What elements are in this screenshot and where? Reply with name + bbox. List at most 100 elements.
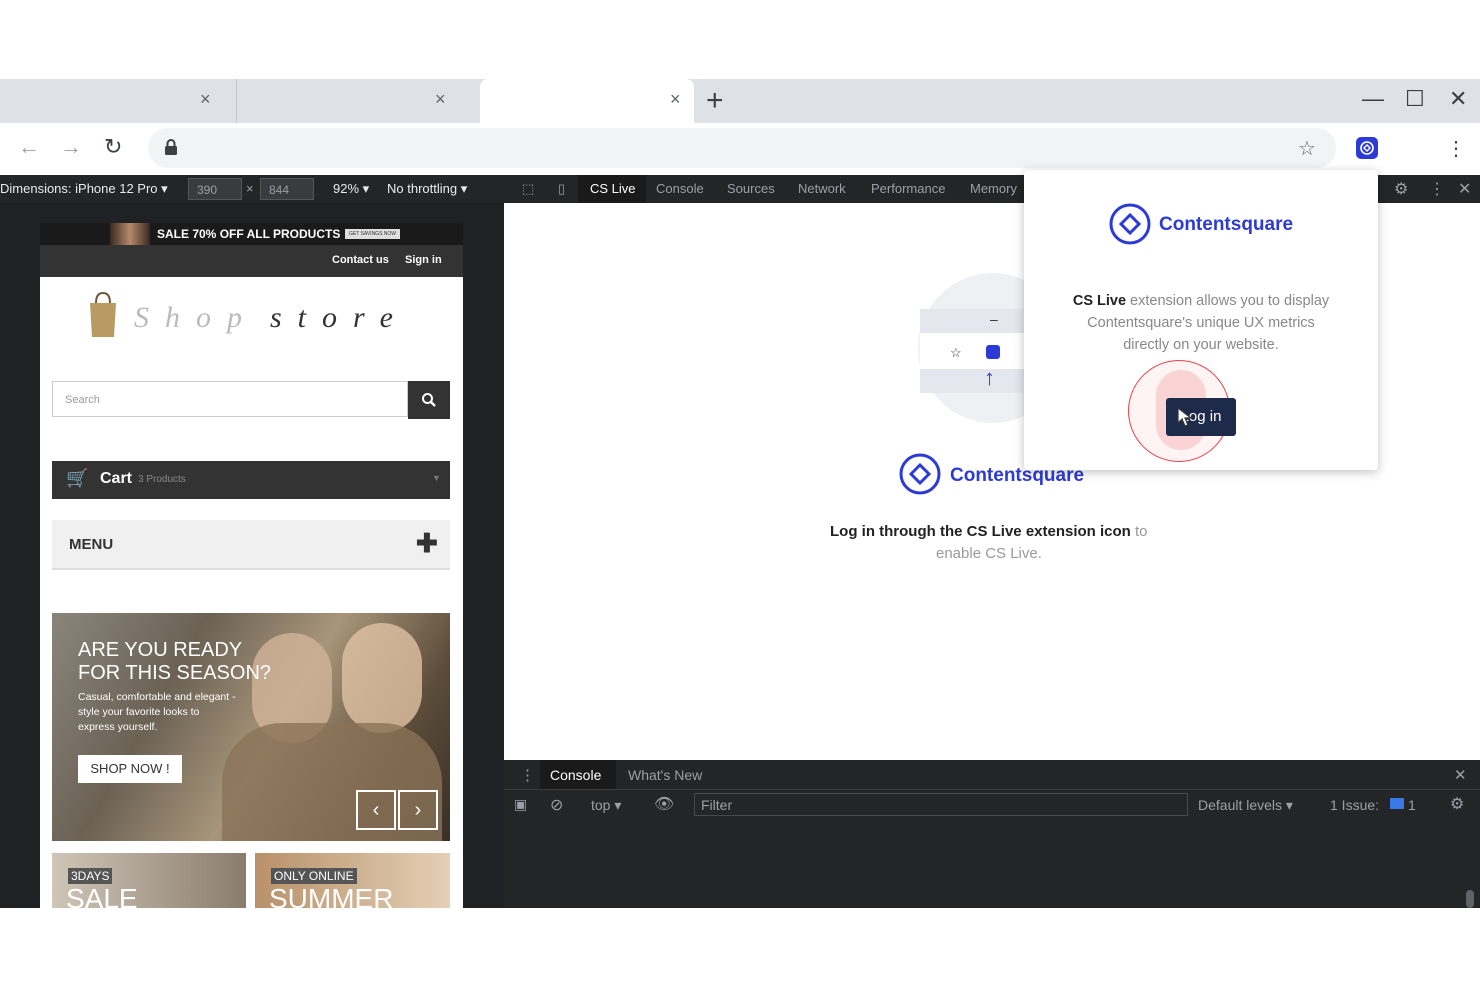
shop-now-button[interactable]: SHOP NOW !: [78, 755, 182, 783]
devtools-close-icon[interactable]: ✕: [1458, 179, 1471, 199]
new-tab-button[interactable]: +: [706, 86, 724, 116]
carousel-prev-icon[interactable]: ‹: [356, 790, 396, 830]
promo-text: SALE 70% OFF ALL PRODUCTS: [157, 227, 341, 241]
console-filter-input[interactable]: Filter: [694, 793, 1188, 816]
shop-logo[interactable]: Shop store: [88, 289, 428, 345]
cs-live-extension-icon[interactable]: [1356, 137, 1378, 159]
cursor-pointer-icon: [1177, 406, 1193, 427]
panel-instruction: Log in through the CS Live extension ico…: [830, 523, 1148, 540]
menu-bar[interactable]: MENU ✚: [52, 520, 450, 570]
hero-headline: FOR THIS SEASON?: [78, 662, 272, 684]
summer-tile[interactable]: ONLY ONLINE SUMMER: [255, 853, 450, 908]
bookmark-star-icon[interactable]: ☆: [1298, 136, 1316, 161]
tab-close-icon[interactable]: ×: [435, 89, 446, 110]
throttling-selector[interactable]: No throttling ▾: [387, 181, 467, 197]
instruction-bold: Log in through the CS Live extension ico…: [830, 523, 1131, 540]
log-levels-selector[interactable]: Default levels ▾: [1198, 797, 1293, 814]
sign-in-link[interactable]: Sign in: [405, 254, 442, 266]
tile-title: SUMMER: [269, 883, 394, 908]
address-bar[interactable]: [148, 128, 1336, 168]
menu-label: MENU: [69, 536, 114, 553]
tab-close-icon[interactable]: ×: [200, 89, 211, 110]
hero-headline: ARE YOU READY: [78, 639, 243, 661]
tile-tag: ONLY ONLINE: [271, 868, 357, 884]
lock-icon[interactable]: [164, 138, 178, 156]
hero-banner[interactable]: ARE YOU READY FOR THIS SEASON? Casual, c…: [52, 613, 450, 841]
drawer-tab-whats-new[interactable]: What's New: [628, 767, 702, 783]
page-bottom-margin: [0, 908, 1480, 987]
desc-line3: directly on your website.: [1123, 337, 1279, 353]
console-scrollbar[interactable]: [1466, 890, 1474, 908]
browser-tab[interactable]: ×: [0, 79, 232, 123]
settings-gear-icon[interactable]: ⚙: [1394, 179, 1408, 199]
close-window-button[interactable]: ✕: [1449, 86, 1467, 112]
illustration-star-icon: ☆: [950, 345, 962, 360]
devtools-more-icon[interactable]: ⋮: [1429, 179, 1445, 199]
contact-us-link[interactable]: Contact us: [332, 254, 389, 266]
mobile-viewport: SALE 70% OFF ALL PRODUCTS GET SAVINGS NO…: [40, 223, 463, 908]
browser-tab-active[interactable]: ×: [480, 79, 694, 123]
zoom-selector[interactable]: 92% ▾: [333, 181, 369, 197]
tile-tag: 3DAYS: [68, 868, 113, 884]
cart-icon: 🛒: [66, 468, 89, 488]
eye-icon[interactable]: 👁: [654, 794, 674, 814]
context-selector[interactable]: top ▾: [591, 797, 621, 814]
shopping-bag-icon: [90, 291, 116, 337]
console-drawer-tabs: ⋮ Console What's New ✕: [504, 760, 1480, 789]
drawer-menu-icon[interactable]: ⋮: [520, 766, 535, 784]
site-search-button[interactable]: [408, 381, 450, 419]
logo-text-dark: store: [270, 301, 409, 334]
device-selector[interactable]: Dimensions: iPhone 12 Pro ▾: [0, 181, 168, 197]
device-toolbar: Dimensions: iPhone 12 Pro ▾ 390 × 844 92…: [0, 175, 504, 203]
inspect-icon[interactable]: ⬚: [522, 181, 534, 197]
illustration-extension-icon: [986, 345, 1000, 359]
cart-bar[interactable]: 🛒 Cart 3 Products ▼: [52, 461, 450, 499]
desc-line1: extension allows you to display: [1126, 293, 1330, 309]
tab-memory[interactable]: Memory: [970, 181, 1017, 196]
carousel-next-icon[interactable]: ›: [398, 790, 438, 830]
browser-menu-icon[interactable]: ⋮: [1446, 136, 1466, 161]
tab-sources[interactable]: Sources: [727, 181, 775, 196]
back-icon[interactable]: ←: [18, 134, 40, 160]
device-width-input[interactable]: 390: [188, 178, 242, 200]
cs-live-popup: Contentsquare CS Live extension allows y…: [1024, 170, 1378, 470]
console-toolbar: ▣ ⊘ top ▾ 👁 Filter Default levels ▾ 1 Is…: [504, 789, 1480, 820]
arrow-up-icon: ↑: [984, 365, 995, 390]
device-toggle-icon[interactable]: ▯: [558, 181, 565, 197]
site-search-input[interactable]: Search: [52, 381, 408, 417]
console-output[interactable]: [504, 820, 1480, 908]
minimize-button[interactable]: —: [1362, 86, 1384, 112]
contentsquare-logo-icon: [1109, 203, 1151, 245]
drawer-close-icon[interactable]: ✕: [1454, 766, 1467, 784]
promo-banner[interactable]: SALE 70% OFF ALL PRODUCTS GET SAVINGS NO…: [40, 223, 463, 245]
desc-line2: Contentsquare's unique UX metrics: [1087, 315, 1315, 331]
plus-icon[interactable]: ✚: [416, 528, 438, 559]
promo-image: [110, 223, 150, 245]
browser-tab[interactable]: ×: [236, 79, 473, 123]
promo-badge[interactable]: GET SAVINGS NOW: [345, 229, 400, 239]
sale-tile[interactable]: 3DAYS SALE: [52, 853, 246, 908]
device-height-input[interactable]: 844: [260, 178, 314, 200]
tab-console[interactable]: Console: [656, 181, 704, 196]
illustration-minimize-icon: –: [990, 311, 998, 327]
drawer-tab-console[interactable]: Console: [540, 760, 616, 789]
tab-cs-live[interactable]: CS Live: [578, 175, 646, 203]
clear-console-icon[interactable]: ⊘: [550, 795, 563, 815]
site-top-nav: Contact us Sign in: [40, 245, 463, 277]
forward-icon[interactable]: →: [60, 134, 82, 160]
hero-body: style your favorite looks to: [78, 706, 200, 718]
issues-label[interactable]: 1 Issue:: [1330, 797, 1379, 813]
illustration-titlebar: [920, 309, 1030, 333]
illustration-row: [920, 369, 1030, 393]
logo-text-light: Shop: [134, 301, 258, 334]
tab-close-icon[interactable]: ×: [670, 89, 681, 110]
desc-line: CS Live extension allows you to display: [1024, 290, 1378, 312]
reload-icon[interactable]: ↻: [104, 134, 122, 160]
cart-label: Cart: [100, 470, 133, 487]
contentsquare-logo-icon: [899, 453, 941, 495]
sidebar-toggle-icon[interactable]: ▣: [514, 796, 527, 813]
console-settings-icon[interactable]: ⚙: [1450, 794, 1464, 814]
tab-performance[interactable]: Performance: [871, 181, 945, 196]
tab-network[interactable]: Network: [798, 181, 846, 196]
maximize-button[interactable]: ☐: [1405, 86, 1425, 112]
